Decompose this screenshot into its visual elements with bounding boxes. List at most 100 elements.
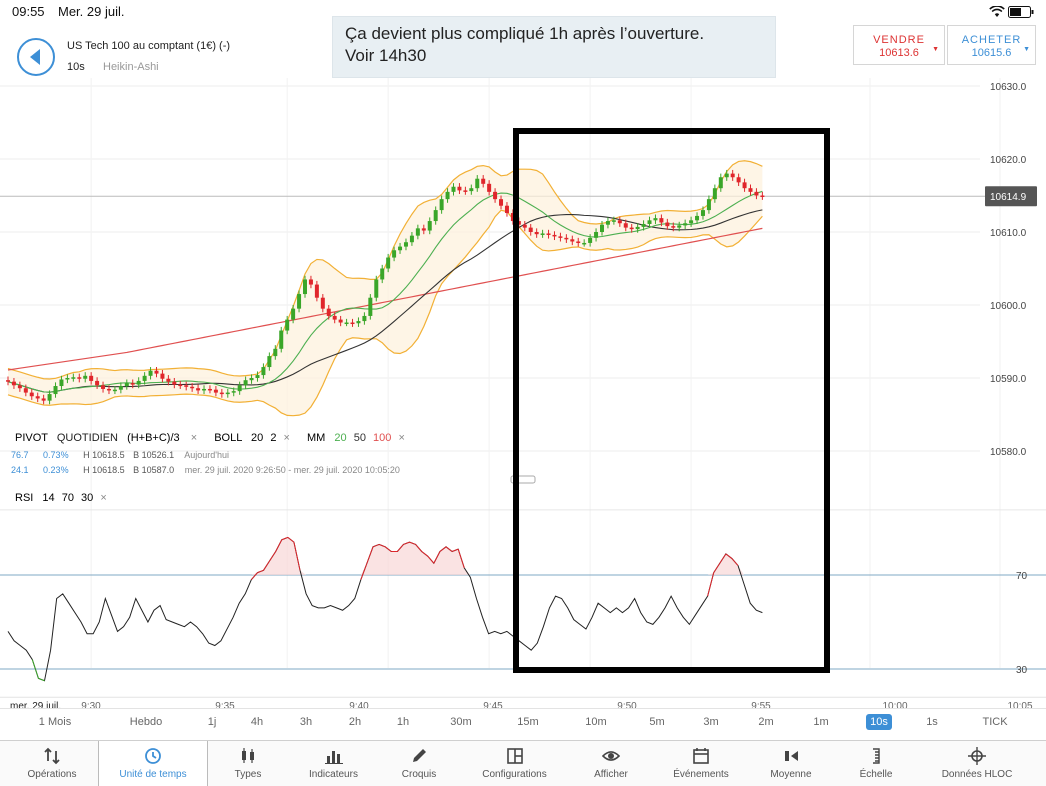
pivot-row2-b: B 10587.0	[133, 465, 174, 475]
toolbar-candlestick-button[interactable]: Types	[204, 741, 292, 786]
boll-label: BOLL	[214, 432, 242, 444]
toolbar-label: Afficher	[594, 769, 628, 780]
annotation-line-2: Voir 14h30	[345, 46, 427, 65]
rsi-param-1: 14	[42, 492, 54, 504]
timeframe-10m[interactable]: 10m	[574, 716, 618, 728]
timeframe-2h[interactable]: 2h	[333, 716, 377, 728]
svg-text:RSI 14 70 30: RSI 14 70 30 ×	[15, 492, 107, 504]
toolbar-label: Données HLOC	[941, 769, 1013, 780]
svg-text:24.1 0.23% H 10618: 24.1 0.23% H 10618.5 B 10587.0 mer. 29 j…	[11, 465, 400, 475]
toolbar-bar-chart-button[interactable]: Indicateurs	[292, 741, 375, 786]
timeframe-4h[interactable]: 4h	[235, 716, 279, 728]
layout-icon	[506, 748, 523, 764]
boll-remove-icon[interactable]: ×	[284, 432, 290, 444]
toolbar-label: Unité de temps	[119, 769, 187, 780]
price-tick-label: 10630.0	[990, 82, 1027, 93]
svg-text:76.7 0.73% H 10618: 76.7 0.73% H 10618.5 B 10526.1 Aujourd'h…	[11, 450, 229, 460]
rsi-param-3: 30	[81, 492, 93, 504]
time-axis-date: mer. 29 juil.	[10, 701, 61, 708]
pivot-row2-v1: 24.1	[11, 465, 29, 475]
timeframe-2m[interactable]: 2m	[744, 716, 788, 728]
rsi-remove-icon[interactable]: ×	[100, 492, 106, 504]
toolbar-label: Moyenne	[770, 769, 812, 780]
pivot-row1-v2: 0.73%	[43, 450, 69, 460]
timeframe-5m[interactable]: 5m	[635, 716, 679, 728]
candle	[368, 294, 373, 320]
indicator-legend: PIVOT QUOTIDIEN (H+B+C)/3 × BOLL 20 2 × …	[11, 432, 405, 504]
toolbar-pencil-button[interactable]: Croquis	[375, 741, 463, 786]
average-icon	[785, 751, 798, 761]
caret-down-icon: ▼	[932, 46, 939, 53]
toolbar-crosshair-button[interactable]: Données HLOC	[916, 741, 1038, 786]
instrument-title[interactable]: US Tech 100 au comptant (1€) (-)	[67, 40, 230, 52]
sell-button[interactable]: VENDRE 10613.6 ▼	[853, 25, 945, 65]
timeframe-15m[interactable]: 15m	[506, 716, 550, 728]
toolbar-eye-button[interactable]: Afficher	[566, 741, 656, 786]
chart-area[interactable]: 10630.0 10620.0 10610.0 10600.0 10590.0 10580…	[0, 78, 1046, 708]
timeframe-1-mois[interactable]: 1 Mois	[33, 716, 77, 728]
toolbar-average-button[interactable]: Moyenne	[746, 741, 836, 786]
buy-label: ACHETER	[961, 34, 1022, 46]
pencil-icon	[413, 749, 426, 762]
timeframe-3h[interactable]: 3h	[284, 716, 328, 728]
pivot-row1-b: B 10526.1	[133, 450, 174, 460]
sell-price: 10613.6	[879, 47, 919, 59]
toolbar-label: Configurations	[482, 769, 547, 780]
bottom-toolbar: Opérations Unité de temps Types Indicateurs…	[0, 740, 1046, 786]
toolbar-clock-button[interactable]: Unité de temps	[98, 741, 208, 786]
current-price-label: 10614.9	[990, 192, 1027, 203]
buy-button[interactable]: ACHETER 10615.6 ▼	[947, 25, 1036, 65]
timeframe-1m[interactable]: 1m	[799, 716, 843, 728]
timeframe-1s[interactable]: 1s	[910, 716, 954, 728]
toolbar-calendar-button[interactable]: Événements	[656, 741, 746, 786]
pivot-row2-period: mer. 29 juil. 2020 9:26:50 - mer. 29 jui…	[185, 465, 400, 475]
mm-param-2: 50	[354, 432, 366, 444]
toolbar-scale-button[interactable]: Échelle	[836, 741, 916, 786]
mm-param-3: 100	[373, 432, 391, 444]
boll-param-2: 2	[270, 432, 276, 444]
clock-icon	[145, 748, 161, 764]
toolbar-label: Opérations	[27, 769, 77, 780]
rsi-overbought-fill	[360, 542, 471, 575]
timeframe-label: 10s	[67, 61, 85, 73]
buy-price: 10615.6	[971, 47, 1012, 59]
timeframe-hebdo[interactable]: Hebdo	[124, 716, 168, 728]
toolbar-label: Indicateurs	[309, 769, 358, 780]
timeframe-3m[interactable]: 3m	[689, 716, 733, 728]
back-button[interactable]	[17, 38, 55, 76]
pivot-row2-v2: 0.23%	[43, 465, 69, 475]
toolbar-label: Événements	[673, 769, 729, 780]
rsi-overbought-segment	[250, 572, 258, 581]
toolbar-transactions-button[interactable]: Opérations	[6, 741, 98, 786]
time-axis: mer. 29 juil. 9:30 9:35 9:40 9:45 9:50 9:55 10:…	[0, 696, 1046, 708]
mm-param-1: 20	[334, 432, 346, 444]
pivot-type: QUOTIDIEN	[57, 432, 118, 444]
timeframe-1j[interactable]: 1j	[190, 716, 234, 728]
svg-text:PIVOT QUOTIDIEN (H: PIVOT QUOTIDIEN (H+B+C)/3 × BOLL 20 2 × …	[15, 432, 405, 444]
toolbar-label: Croquis	[401, 769, 437, 780]
price-tick-label: 10590.0	[990, 374, 1027, 385]
bollinger-band	[7, 160, 763, 417]
price-tick-label: 10600.0	[990, 301, 1027, 312]
mm-remove-icon[interactable]: ×	[398, 432, 404, 444]
battery-icon	[1008, 5, 1034, 18]
chart-type-label: Heikin-Ashi	[103, 61, 159, 73]
back-arrow-icon	[30, 49, 40, 65]
timeframe-10s[interactable]: 10s	[866, 714, 892, 730]
timeframe-30m[interactable]: 30m	[439, 716, 483, 728]
status-icons	[988, 4, 1034, 18]
wifi-icon	[988, 5, 1005, 17]
transactions-icon	[44, 747, 60, 765]
rsi-param-2: 70	[62, 492, 74, 504]
timeframe-1h[interactable]: 1h	[381, 716, 425, 728]
rsi-oversold-segment	[38, 677, 45, 682]
caret-down-icon: ▼	[1023, 46, 1030, 53]
pivot-remove-icon[interactable]: ×	[191, 432, 197, 444]
timeframe-tick[interactable]: TICK	[973, 716, 1017, 728]
scale-icon	[873, 748, 880, 764]
toolbar-layout-button[interactable]: Configurations	[463, 741, 566, 786]
annotation-line-1: Ça devient plus compliqué 1h après l’ouv…	[345, 24, 705, 43]
eye-icon	[602, 751, 620, 761]
time-tick-label: 9:50	[617, 701, 637, 708]
mm-label: MM	[307, 432, 325, 444]
